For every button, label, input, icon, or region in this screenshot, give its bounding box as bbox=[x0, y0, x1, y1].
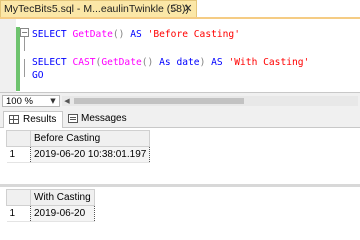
tab-messages-label: Messages bbox=[81, 113, 127, 124]
string-literal: 'With Casting' bbox=[228, 57, 310, 68]
scroll-left-icon[interactable]: ◀ bbox=[62, 96, 72, 106]
tab-messages[interactable]: Messages bbox=[65, 111, 127, 128]
chevron-down-icon[interactable]: ▼ bbox=[48, 96, 58, 106]
results-table: Before Casting 1 2019-06-20 10:38:01.197 bbox=[6, 130, 151, 163]
close-icon[interactable]: ✕ bbox=[182, 2, 194, 15]
message-icon bbox=[68, 114, 78, 123]
document-tab-title: MyTecBits5.sql - M...eaulinTwinkle (58)) bbox=[4, 3, 189, 15]
keyword: As bbox=[159, 57, 171, 68]
result-grid-2: With Casting 1 2019-06-20 bbox=[0, 187, 360, 231]
horizontal-scrollbar[interactable]: ◀ bbox=[62, 96, 358, 106]
column-header[interactable]: Before Casting bbox=[29, 130, 151, 147]
row-number[interactable]: 1 bbox=[6, 146, 31, 163]
parentheses: () bbox=[112, 29, 125, 40]
row-number[interactable]: 1 bbox=[6, 205, 31, 222]
results-tab-strip: Results Messages bbox=[0, 108, 360, 128]
code-line-1[interactable]: SELECT GetDate() AS 'Before Casting' bbox=[32, 28, 240, 41]
function-name: CAST bbox=[72, 57, 96, 68]
function-name: GetDate bbox=[72, 29, 113, 40]
parentheses: () bbox=[141, 57, 154, 68]
document-tab[interactable]: MyTecBits5.sql - M...eaulinTwinkle (58))… bbox=[0, 0, 197, 17]
query-editor[interactable]: − SELECT GetDate() AS 'Before Casting' S… bbox=[0, 19, 360, 92]
outline-line bbox=[24, 37, 25, 51]
table-cell[interactable]: 2019-06-20 10:38:01.197 bbox=[29, 146, 151, 163]
table-row: 1 2019-06-20 10:38:01.197 bbox=[6, 146, 151, 163]
document-tab-strip: MyTecBits5.sql - M...eaulinTwinkle (58))… bbox=[0, 0, 360, 19]
editor-status-row: 100 % ▼ ◀ bbox=[0, 92, 360, 108]
row-header-corner[interactable] bbox=[6, 130, 31, 147]
string-literal: 'Before Casting' bbox=[147, 29, 240, 40]
code-line-3[interactable]: GO bbox=[32, 69, 44, 82]
keyword: AS bbox=[130, 29, 142, 40]
scrollbar-thumb[interactable] bbox=[74, 98, 244, 104]
collapse-icon[interactable]: − bbox=[20, 28, 29, 37]
function-name: GetDate bbox=[101, 57, 142, 68]
outline-line bbox=[24, 59, 25, 77]
table-cell[interactable]: 2019-06-20 bbox=[30, 205, 95, 222]
table-row: 1 2019-06-20 bbox=[6, 205, 95, 222]
zoom-value: 100 % bbox=[6, 96, 33, 107]
tab-results[interactable]: Results bbox=[3, 111, 63, 128]
tab-results-label: Results bbox=[23, 114, 57, 125]
column-header[interactable]: With Casting bbox=[30, 189, 95, 206]
grid-icon bbox=[9, 115, 19, 124]
keyword: SELECT bbox=[32, 57, 67, 68]
results-table: With Casting 1 2019-06-20 bbox=[6, 189, 95, 222]
editor-gutter bbox=[0, 19, 16, 92]
keyword: SELECT bbox=[32, 29, 67, 40]
data-type: date bbox=[176, 57, 200, 68]
close-paren: ) bbox=[199, 57, 206, 68]
pin-icon[interactable]: ⎕ bbox=[169, 3, 181, 15]
result-grid-1: Before Casting 1 2019-06-20 10:38:01.197 bbox=[0, 128, 360, 184]
row-header-corner[interactable] bbox=[6, 189, 31, 206]
keyword: AS bbox=[211, 57, 223, 68]
zoom-select[interactable]: 100 % ▼ bbox=[2, 95, 60, 107]
code-line-2[interactable]: SELECT CAST(GetDate() As date) AS 'With … bbox=[32, 56, 309, 69]
